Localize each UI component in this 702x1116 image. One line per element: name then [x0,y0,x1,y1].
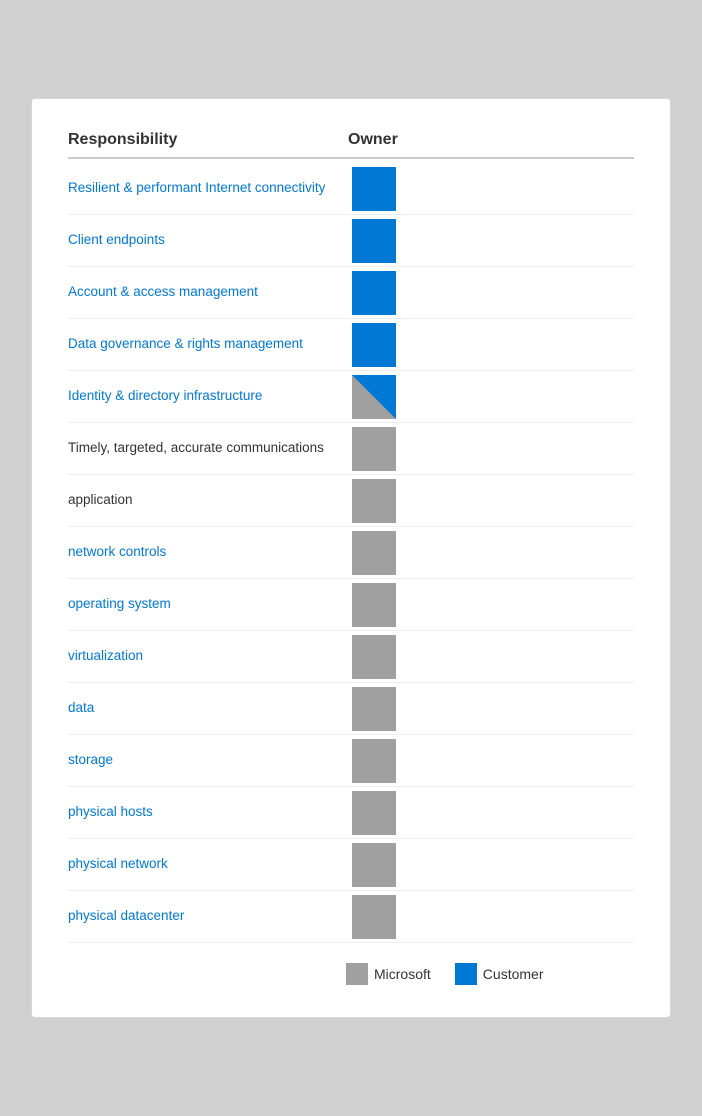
table-row: storage [68,735,634,787]
owner-box-gray [352,739,396,783]
owner-cell [348,843,400,887]
table-row: Identity & directory infrastructure [68,371,634,423]
table-row: Client endpoints [68,215,634,267]
owner-cell [348,323,400,367]
card: Responsibility Owner Resilient & perform… [31,98,671,1018]
owner-box-split [352,375,396,419]
table-row: network controls [68,527,634,579]
owner-cell [348,167,400,211]
owner-box-gray [352,583,396,627]
legend: Microsoft Customer [68,963,634,985]
row-label: physical datacenter [68,899,348,934]
owner-box-gray [352,479,396,523]
row-label: virtualization [68,639,348,674]
row-label: operating system [68,587,348,622]
owner-box-gray [352,687,396,731]
row-label: application [68,483,348,518]
table-header: Responsibility Owner [68,131,634,159]
owner-cell [348,791,400,835]
table-row: virtualization [68,631,634,683]
table-row: physical datacenter [68,891,634,943]
header-owner: Owner [348,131,398,149]
table-row: application [68,475,634,527]
table-row: data [68,683,634,735]
legend-microsoft: Microsoft [346,963,431,985]
owner-box-gray [352,791,396,835]
owner-box-blue [352,323,396,367]
row-label: physical network [68,847,348,882]
owner-cell [348,583,400,627]
table-row: Account & access management [68,267,634,319]
owner-cell [348,635,400,679]
owner-cell [348,687,400,731]
owner-box-blue [352,219,396,263]
table-row: operating system [68,579,634,631]
owner-cell [348,531,400,575]
legend-microsoft-box [346,963,368,985]
table-row: physical network [68,839,634,891]
row-label: physical hosts [68,795,348,830]
owner-box-gray [352,635,396,679]
table-row: Resilient & performant Internet connecti… [68,163,634,215]
row-label: Data governance & rights management [68,327,348,362]
owner-cell [348,271,400,315]
legend-customer-label: Customer [483,966,544,982]
table-row: physical hosts [68,787,634,839]
header-responsibility: Responsibility [68,131,348,149]
row-label: Account & access management [68,275,348,310]
owner-box-gray [352,843,396,887]
row-label: Identity & directory infrastructure [68,379,348,414]
owner-box-blue [352,271,396,315]
owner-box-blue [352,167,396,211]
row-label: data [68,691,348,726]
owner-cell [348,219,400,263]
row-label: storage [68,743,348,778]
owner-cell [348,479,400,523]
owner-cell [348,739,400,783]
row-label: network controls [68,535,348,570]
owner-cell [348,375,400,419]
owner-box-gray [352,427,396,471]
legend-customer-box [455,963,477,985]
owner-cell [348,895,400,939]
table-row: Timely, targeted, accurate communication… [68,423,634,475]
legend-customer: Customer [455,963,544,985]
table-row: Data governance & rights management [68,319,634,371]
owner-box-gray [352,531,396,575]
row-label: Client endpoints [68,223,348,258]
legend-microsoft-label: Microsoft [374,966,431,982]
owner-cell [348,427,400,471]
owner-box-gray [352,895,396,939]
table-body: Resilient & performant Internet connecti… [68,163,634,943]
row-label: Resilient & performant Internet connecti… [68,171,348,206]
row-label: Timely, targeted, accurate communication… [68,431,348,466]
